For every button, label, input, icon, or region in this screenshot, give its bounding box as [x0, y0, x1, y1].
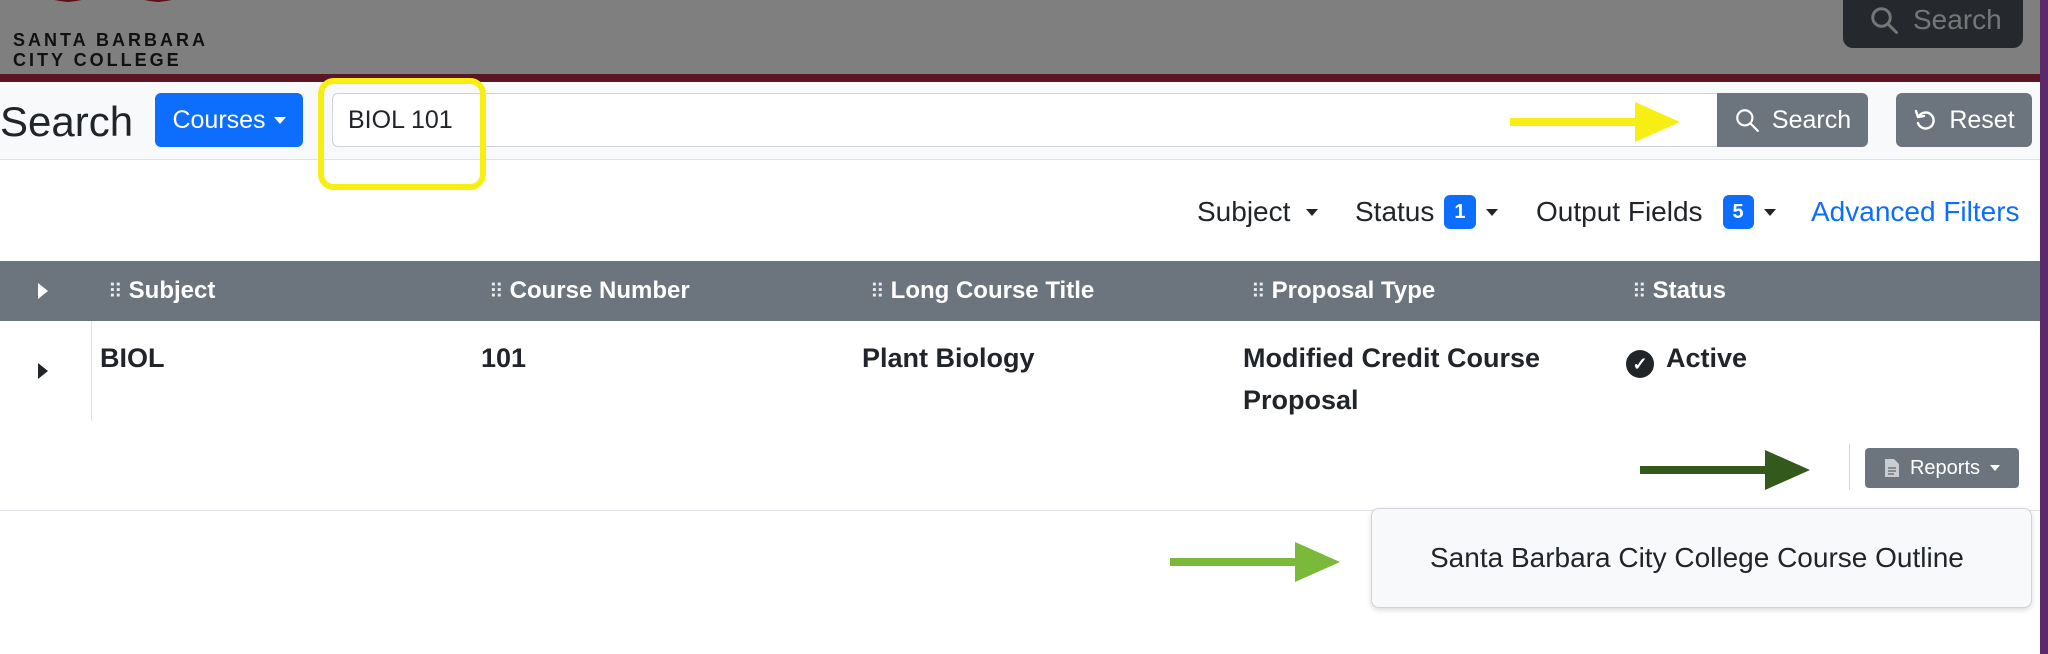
cell-proposal-type: Modified Credit Course Proposal — [1243, 343, 1541, 415]
cell-course-number: 101 — [481, 343, 527, 373]
header-accent-bar — [0, 74, 2048, 82]
caret-down-icon — [1763, 208, 1776, 216]
cell-status: ✓ Active — [1626, 337, 1747, 379]
search-icon — [1871, 7, 1898, 34]
status-filter[interactable]: Status 1 — [1355, 190, 1498, 234]
logo-line-2: CITY COLLEGE — [13, 50, 182, 70]
top-header: SANTA BARBARA CITY COLLEGE Search — [0, 0, 2048, 74]
caret-down-icon — [1306, 208, 1319, 216]
table-header: ⠿ Subject ⠿ Course Number ⠿ Long Course Tit… — [0, 261, 2048, 321]
column-header-proposal-type[interactable]: ⠿ Proposal Type — [1251, 261, 1435, 321]
menu-item-course-outline[interactable]: Santa Barbara City College Course Outlin… — [1430, 542, 1964, 574]
reset-button-label: Reset — [1949, 105, 2015, 134]
dark-green-arrow-icon — [1640, 450, 1810, 490]
status-filter-label: Status — [1355, 196, 1435, 227]
column-label: Proposal Type — [1271, 277, 1436, 304]
page-title: Search — [0, 98, 134, 145]
column-label: Course Number — [509, 277, 690, 304]
drag-handle-icon[interactable]: ⠿ — [1632, 279, 1647, 304]
output-fields-label: Output Fields — [1536, 196, 1703, 227]
reset-icon — [1915, 109, 1936, 130]
subject-filter[interactable]: Subject — [1197, 190, 1319, 234]
column-header-course-number[interactable]: ⠿ Course Number — [489, 261, 690, 321]
scope-dropdown-button[interactable]: Courses — [155, 93, 303, 147]
light-green-arrow-icon — [1170, 542, 1340, 582]
drag-handle-icon[interactable]: ⠿ — [108, 279, 123, 304]
document-icon — [1884, 459, 1899, 477]
output-fields-count-badge: 5 — [1722, 195, 1754, 229]
expand-row-icon[interactable] — [38, 363, 48, 379]
status-label: Active — [1666, 343, 1748, 373]
output-fields-filter[interactable]: Output Fields 5 — [1536, 190, 1776, 234]
cell-subject: BIOL — [100, 343, 165, 373]
reset-button[interactable]: Reset — [1896, 93, 2032, 147]
drag-handle-icon[interactable]: ⠿ — [489, 279, 504, 304]
logo-line-1: SANTA BARBARA — [13, 30, 208, 50]
column-header-long-course-title[interactable]: ⠿ Long Course Title — [870, 261, 1094, 321]
page: SANTA BARBARA CITY COLLEGE Search Search… — [0, 0, 2048, 654]
expand-all-icon[interactable] — [38, 283, 48, 299]
drag-handle-icon[interactable]: ⠿ — [1251, 279, 1266, 304]
subject-filter-label: Subject — [1197, 196, 1291, 227]
top-search-label: Search — [1913, 4, 2002, 35]
window-edge — [2040, 0, 2048, 654]
reports-label: Reports — [1909, 456, 1981, 479]
column-label: Long Course Title — [890, 277, 1095, 304]
yellow-arrow-icon — [1510, 102, 1680, 142]
caret-down-icon — [1990, 465, 2001, 471]
drag-handle-icon[interactable]: ⠿ — [870, 279, 885, 304]
reports-dropdown-menu: Santa Barbara City College Course Outlin… — [1371, 508, 2032, 608]
reports-dropdown-button[interactable]: Reports — [1865, 448, 2019, 488]
college-logo-text: SANTA BARBARA CITY COLLEGE — [13, 30, 208, 70]
search-button-label: Search — [1771, 105, 1852, 134]
advanced-filters-link[interactable]: Advanced Filters — [1811, 190, 2020, 234]
highlight-box — [318, 78, 486, 190]
search-icon — [1736, 109, 1759, 132]
search-button[interactable]: Search — [1717, 93, 1868, 147]
status-count-badge: 1 — [1444, 195, 1476, 229]
check-circle-icon: ✓ — [1626, 350, 1654, 378]
search-bar: Search Courses Search Reset — [0, 82, 2048, 160]
column-label: Status — [1652, 277, 1727, 304]
table-row[interactable]: BIOL 101 Plant Biology Modified Credit C… — [0, 321, 2048, 421]
caret-down-icon — [1485, 208, 1498, 216]
column-label: Subject — [128, 277, 216, 304]
college-logo-icon — [54, 0, 172, 2]
row-divider — [91, 321, 92, 421]
top-search-button[interactable]: Search — [1843, 0, 2023, 48]
column-header-subject[interactable]: ⠿ Subject — [108, 261, 215, 321]
reports-separator — [1849, 444, 1850, 490]
cell-long-course-title: Plant Biology — [862, 343, 1035, 373]
scope-label: Courses — [172, 105, 266, 134]
column-header-status[interactable]: ⠿ Status — [1632, 261, 1726, 321]
caret-down-icon — [273, 116, 286, 124]
